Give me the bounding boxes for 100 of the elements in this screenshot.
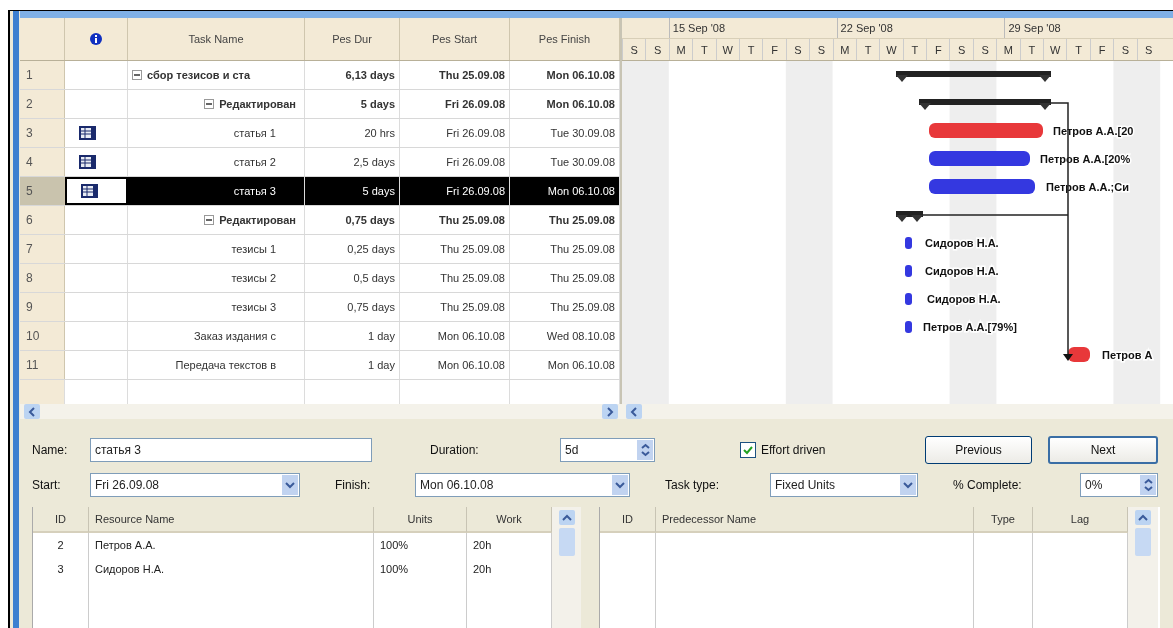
column-header[interactable]: Predecessor Name (662, 513, 757, 525)
scroll-right-button[interactable] (602, 404, 618, 419)
row-number: 2 (26, 97, 33, 111)
task-name: сбор тезисов и ста (147, 69, 251, 81)
day-label: T (747, 43, 755, 56)
day-label: S (794, 43, 802, 56)
row-number: 3 (26, 126, 33, 140)
table-cell: 20h (473, 539, 492, 551)
task-name: тезисы 3 (231, 301, 276, 313)
name-field[interactable]: статья 3 (90, 438, 372, 462)
start-cell: Thu 25.09.08 (438, 214, 505, 226)
column-header[interactable]: ID (622, 513, 633, 525)
scroll-left-button[interactable] (626, 404, 642, 419)
scroll-thumb[interactable] (1135, 528, 1151, 556)
task-row[interactable]: 4 статья 2 2,5 days Fri 26.09.08 Tue 30.09.08 (20, 148, 620, 177)
day-label: T (1028, 43, 1036, 56)
start-cell: Thu 25.09.08 (438, 69, 505, 81)
info-icon (90, 33, 102, 45)
column-header[interactable]: Resource Name (95, 513, 175, 525)
table-cell: Сидоров Н.А. (95, 563, 165, 575)
table-cell: 3 (57, 563, 64, 575)
day-label: S (1121, 43, 1130, 56)
start-cell: Fri 26.09.08 (445, 98, 505, 110)
day-label: S (981, 43, 989, 56)
column-header[interactable]: Pes Dur (332, 33, 372, 45)
duration-cell: 20 hrs (364, 127, 395, 139)
caret-left-icon (27, 406, 37, 417)
column-header[interactable]: Task Name (188, 33, 244, 45)
day-label: W (1050, 43, 1061, 56)
checkbox[interactable] (740, 442, 756, 458)
finish-field[interactable]: Mon 06.10.08 (415, 473, 630, 497)
finish-cell: Thu 25.09.08 (550, 243, 615, 255)
finish-cell: Mon 06.10.08 (546, 69, 615, 81)
start-cell: Thu 25.09.08 (440, 301, 505, 313)
column-header[interactable]: Lag (1070, 513, 1090, 525)
start-cell: Mon 06.10.08 (437, 330, 505, 342)
field-label: Duration: (430, 443, 480, 457)
start-cell: Fri 26.09.08 (446, 185, 505, 197)
task-row[interactable]: 11 Передача текстов в 1 day Mon 06.10.08 Mon 06.10.08 (20, 351, 620, 380)
grid-icon (81, 184, 98, 198)
day-label: M (1003, 43, 1014, 56)
collapse-icon[interactable] (204, 99, 215, 109)
task-row[interactable]: 1 сбор тезисов и ста 6,13 days Thu 25.09.08 Mon 06.10.08 (20, 61, 620, 90)
day-label: M (840, 43, 850, 56)
task-name: тезисы 1 (231, 243, 276, 255)
task-row[interactable]: 10 Заказ издания с 1 day Mon 06.10.08 Wed 08.10.08 (20, 322, 620, 351)
column-header[interactable]: ID (55, 513, 66, 525)
row-number: 10 (26, 329, 40, 343)
day-label: W (722, 43, 733, 56)
start-field[interactable]: Fri 26.09.08 (90, 473, 300, 497)
scroll-up-button[interactable] (558, 510, 575, 525)
caret-up-icon (561, 512, 572, 523)
task-row[interactable]: 3 статья 1 20 hrs Fri 26.09.08 Tue 30.09.08 (20, 119, 620, 148)
column-header[interactable]: Pes Finish (538, 33, 591, 45)
start-cell: Fri 26.09.08 (446, 156, 505, 168)
scroll-thumb[interactable] (558, 528, 575, 556)
week-label: 15 Sep '08 (672, 22, 726, 34)
nav-button[interactable]: Previous (925, 436, 1032, 464)
day-label: T (1075, 43, 1082, 56)
row-number: 11 (26, 358, 39, 372)
caret-right-icon (605, 406, 615, 417)
day-label: T (911, 43, 919, 56)
day-label: T (701, 43, 708, 56)
task-name: Редактирован (219, 98, 296, 110)
start-cell: Fri 26.09.08 (446, 127, 505, 139)
task-row[interactable]: 6 Редактирован 0,75 days Thu 25.09.08 Thu 25.09.08 (20, 206, 620, 235)
duration-cell: 1 day (368, 330, 395, 342)
finish-cell: Tue 30.09.08 (550, 156, 615, 168)
task-name: статья 2 (233, 156, 276, 168)
bar-label: Сидоров Н.А. (925, 237, 999, 249)
duration-field[interactable]: 5d (560, 438, 655, 462)
column-header[interactable]: Pes Start (431, 33, 478, 45)
duration-cell: 0,25 days (347, 243, 395, 255)
task-name: Передача текстов в (175, 359, 276, 371)
task-row[interactable]: 9 тезисы 3 0,75 days Thu 25.09.08 Thu 25.09.08 (20, 293, 620, 322)
scroll-up-button[interactable] (1135, 510, 1151, 525)
row-number: 1 (26, 68, 33, 82)
duration-cell: 5 days (362, 185, 395, 197)
column-header[interactable]: Units (407, 513, 433, 525)
task-type-field[interactable]: Fixed Units (770, 473, 918, 497)
column-header[interactable]: Work (496, 513, 522, 525)
nav-button[interactable]: Next (1048, 436, 1158, 464)
finish-cell: Mon 06.10.08 (546, 98, 615, 110)
finish-cell: Tue 30.09.08 (550, 127, 615, 139)
day-label: F (934, 43, 942, 56)
day-label: S (817, 43, 825, 56)
percent-field[interactable]: 0% (1080, 473, 1158, 497)
task-row[interactable]: 8 тезисы 2 0,5 days Thu 25.09.08 Thu 25.09.08 (20, 264, 620, 293)
column-header[interactable]: Type (991, 513, 1015, 525)
caret-left-icon (629, 406, 639, 417)
collapse-icon[interactable] (204, 215, 215, 225)
row-number: 5 (26, 184, 33, 198)
collapse-icon[interactable] (132, 70, 142, 80)
task-row[interactable]: 2 Редактирован 5 days Fri 26.09.08 Mon 06.10.08 (20, 90, 620, 119)
scroll-left-button[interactable] (24, 404, 40, 419)
day-label: F (1098, 43, 1106, 56)
day-label: S (1145, 43, 1153, 56)
task-row[interactable]: 7 тезисы 1 0,25 days Thu 25.09.08 Thu 25.09.08 (20, 235, 620, 264)
task-row[interactable]: 5 статья 3 5 days Fri 26.09.08 Mon 06.10.08 (20, 177, 620, 206)
caret-down-icon (615, 480, 625, 490)
